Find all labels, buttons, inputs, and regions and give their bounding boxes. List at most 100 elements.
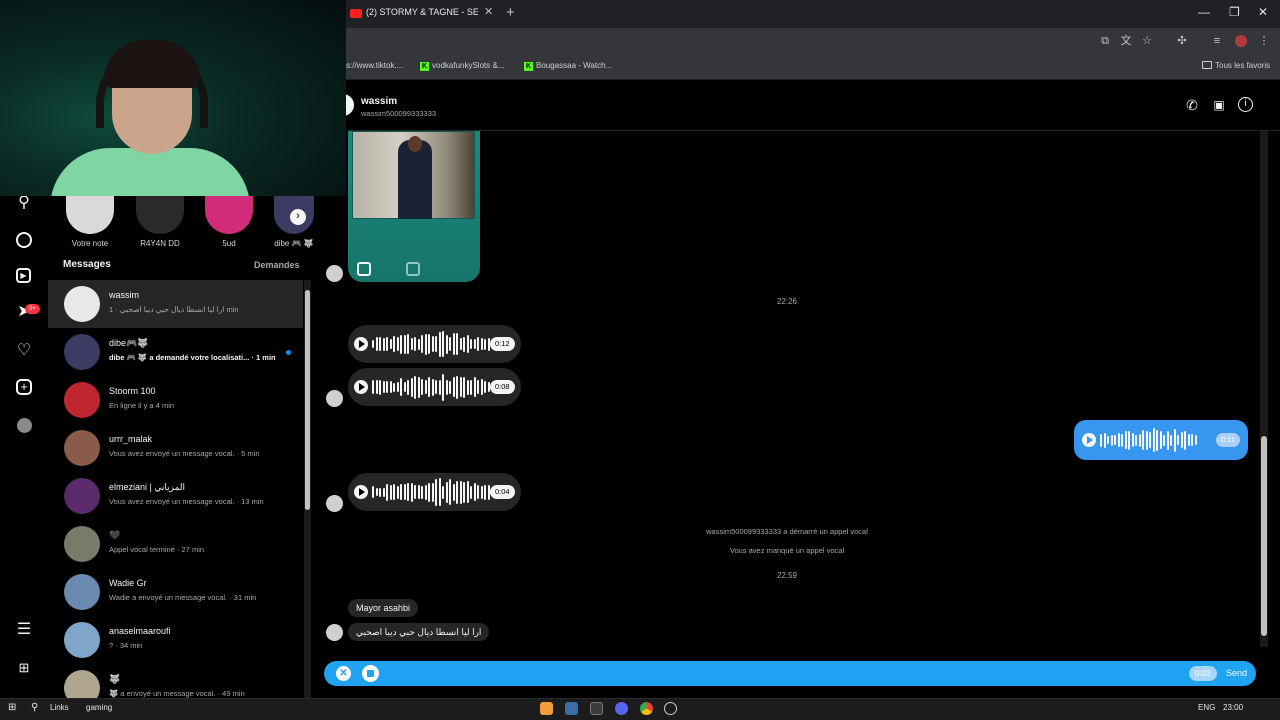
voice-message[interactable]: 0:08 — [348, 368, 521, 406]
avatar — [64, 478, 100, 514]
chat-scroll-thumb[interactable] — [1261, 436, 1267, 636]
minimize-button[interactable]: — — [1198, 5, 1210, 19]
search-icon[interactable]: ⚲ — [14, 193, 34, 213]
waveform-bar — [393, 336, 395, 352]
menu-hamburger-icon[interactable]: ☰ — [14, 620, 34, 640]
waveform-bar — [431, 378, 434, 396]
conversation-item[interactable]: 🐺 🐺 a envoyé un message vocal. · 49 min — [48, 664, 303, 698]
waveform-bar — [1135, 434, 1137, 446]
note-item[interactable]: R4Y4N DD — [135, 196, 185, 248]
explore-icon[interactable] — [16, 232, 32, 248]
waveform-bar — [396, 485, 399, 499]
waveform-bar — [421, 485, 423, 499]
waveform-bar — [372, 380, 374, 394]
app-icon[interactable] — [565, 702, 578, 715]
conversation-name: 🐺 — [109, 674, 121, 684]
taskbar-links[interactable]: Links — [50, 703, 69, 712]
send-button[interactable]: Send — [1226, 668, 1247, 678]
browser-tab-active[interactable]: (2) STORMY & TAGNE - SEBYA... ✕ — [346, 0, 500, 28]
waveform-bar — [382, 487, 385, 497]
install-app-icon[interactable]: ⧉ — [1099, 35, 1111, 47]
voice-message[interactable]: 0:04 — [348, 473, 521, 511]
window-close-button[interactable]: ✕ — [1258, 5, 1268, 19]
conversation-item[interactable]: dibe🎮🐺 dibe 🎮 🐺 a demandé votre localisa… — [48, 328, 303, 376]
reel-thumbnail-face — [408, 136, 422, 152]
waveform — [1100, 425, 1197, 455]
play-icon[interactable] — [354, 337, 368, 351]
phone-icon[interactable]: ✆ — [1184, 97, 1200, 113]
messages-heading: Messages — [63, 259, 111, 270]
bookmarks-folder[interactable]: Tous les favoris — [1202, 61, 1270, 70]
close-icon[interactable]: ✕ — [336, 666, 351, 681]
conversation-name: urrr_malak — [109, 434, 153, 444]
taskbar-gaming[interactable]: gaming — [86, 703, 112, 712]
play-icon[interactable] — [354, 380, 368, 394]
media-control-icon[interactable]: ≡ — [1211, 35, 1223, 47]
bookmark-kick-2[interactable]: K Bougassaa - Watch... — [524, 61, 612, 71]
waveform-bar — [1194, 435, 1197, 445]
info-icon[interactable]: i — [1238, 97, 1253, 112]
kick-icon: K — [420, 62, 429, 71]
search-icon[interactable]: ⚲ — [31, 702, 38, 713]
reels-icon[interactable]: ▶ — [16, 268, 31, 283]
stop-recording-button[interactable] — [362, 665, 379, 682]
extensions-icon[interactable]: ✣ — [1176, 35, 1188, 47]
video-call-icon[interactable]: ▣ — [1211, 97, 1227, 113]
conversation-item[interactable]: urrr_malak Vous avez envoyé un message v… — [48, 424, 303, 472]
bookmark-kick-1[interactable]: KvodkafunkySlots &... — [420, 61, 504, 71]
translate-icon[interactable]: 文 — [1120, 35, 1132, 47]
waveform-bar — [480, 379, 483, 395]
language-indicator[interactable]: ENG — [1198, 703, 1215, 712]
waveform-bar — [424, 333, 427, 355]
note-item[interactable]: Votre note — [65, 196, 115, 248]
waveform-bar — [1166, 430, 1169, 450]
waveform-bar — [470, 339, 472, 349]
browser-menu-icon[interactable]: ⋮ — [1258, 35, 1270, 47]
app-icon[interactable] — [664, 702, 677, 715]
clock[interactable]: 23:00 — [1223, 703, 1243, 712]
waveform-bar — [414, 375, 416, 399]
requests-link[interactable]: Demandes — [254, 260, 300, 270]
waveform-bar — [473, 483, 476, 501]
conversation-item[interactable]: elmeziani | المزياني Vous avez envoyé un… — [48, 472, 303, 520]
app-icon[interactable] — [540, 702, 553, 715]
create-icon[interactable]: + — [16, 379, 32, 395]
chevron-right-icon[interactable]: › — [290, 209, 306, 225]
conversation-item[interactable]: anaselmaaroufi ? · 34 min — [48, 616, 303, 664]
apps-grid-icon[interactable]: ⊞ — [14, 658, 34, 678]
play-icon[interactable] — [354, 485, 368, 499]
tab-close-icon[interactable]: ✕ — [484, 5, 493, 18]
app-icon[interactable] — [590, 702, 603, 715]
chrome-icon[interactable] — [640, 702, 653, 715]
waveform-bar — [1159, 431, 1162, 449]
profile-avatar[interactable] — [1235, 35, 1247, 47]
new-tab-button[interactable]: + — [506, 4, 515, 21]
waveform-bar — [477, 380, 479, 394]
voice-message[interactable]: 0:12 — [348, 325, 521, 363]
note-item[interactable]: 5ud — [204, 196, 254, 248]
chat-name[interactable]: wassim — [361, 96, 397, 107]
voice-message-sent[interactable]: 0:11 — [1074, 420, 1248, 460]
conversation-item[interactable]: wassim ارا ليا انسطا ديال حبي ديبا اصحبي… — [48, 280, 303, 328]
heart-icon[interactable]: ♡ — [14, 341, 34, 361]
conversation-item[interactable]: 🖤 Appel vocal terminé · 27 min — [48, 520, 303, 568]
waveform-bar — [1131, 433, 1134, 447]
conversation-scroll-thumb[interactable] — [305, 290, 310, 510]
conversation-preview: Wadie a envoyé un message vocal. · 31 mi… — [109, 593, 257, 602]
waveform-bar — [459, 480, 462, 504]
address-bar[interactable] — [346, 28, 1280, 54]
play-icon[interactable] — [1082, 433, 1096, 447]
bookmark-star-icon[interactable]: ☆ — [1141, 35, 1153, 47]
conversation-name: Stoorm 100 — [109, 386, 156, 396]
waveform-bar — [456, 375, 458, 399]
note-label: R4Y4N DD — [140, 239, 180, 248]
conversation-item[interactable]: Stoorm 100 En ligne il y a 4 min — [48, 376, 303, 424]
windows-start-icon[interactable]: ⊞ — [8, 702, 16, 713]
discord-icon[interactable] — [615, 702, 628, 715]
restore-button[interactable]: ❐ — [1229, 5, 1240, 19]
waveform-bar — [463, 376, 465, 398]
conversation-item[interactable]: Wadie Gr Wadie a envoyé un message vocal… — [48, 568, 303, 616]
bookmark-tiktok[interactable]: s://www.tiktok.... — [346, 61, 403, 70]
waveform-bar — [484, 381, 486, 393]
profile-avatar-icon[interactable] — [17, 418, 32, 433]
